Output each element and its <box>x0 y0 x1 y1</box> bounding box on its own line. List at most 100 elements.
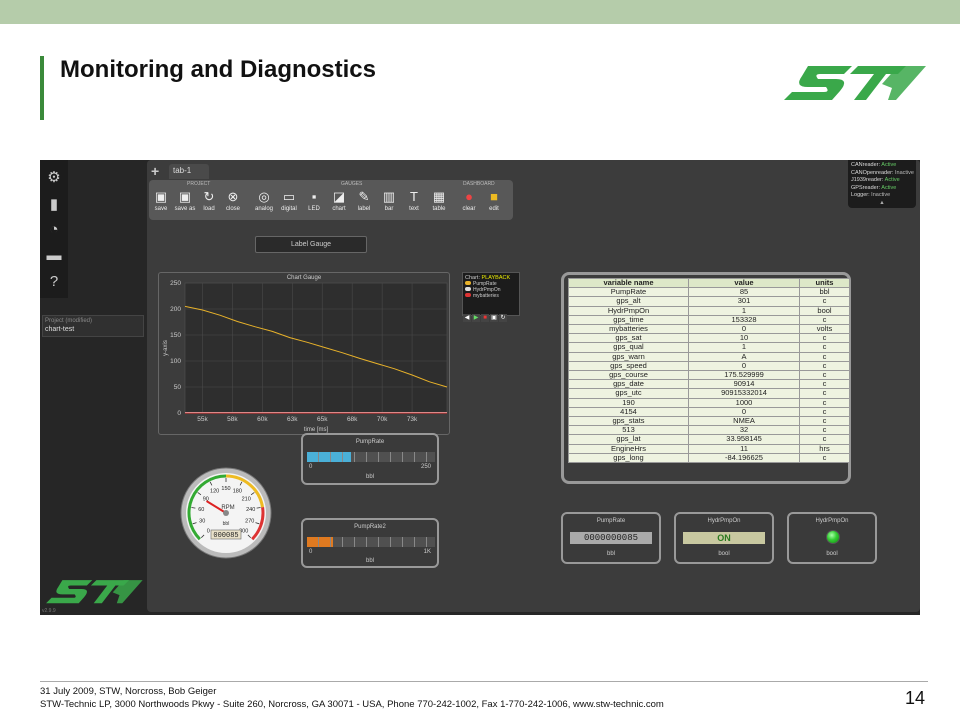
record-button[interactable]: ■ <box>481 314 489 322</box>
gear-icon[interactable]: ⚙ <box>44 168 64 188</box>
rpm-gauge[interactable]: 0306090120 150 180210240270300RPMbbl000085 <box>180 467 272 559</box>
bar-gauge-title: PumpRate2 <box>354 524 386 530</box>
reader-status-panel: CANreader: Active CANOpenreader: Inactive… <box>848 160 916 208</box>
gauge-unit: bbl <box>223 521 230 527</box>
table-row: HydrPmpOn 1 bool <box>567 305 850 316</box>
save-button[interactable]: ▣ save <box>149 188 173 218</box>
table-icon: ▦ <box>432 189 446 204</box>
add-tab-button[interactable]: + <box>151 163 159 179</box>
text-gauge-button[interactable]: Ttext <box>402 188 426 218</box>
table-cell: 1 <box>688 342 800 353</box>
analog-gauge-button[interactable]: ◎ analog <box>252 188 276 218</box>
gauge-tick-label: 60 <box>198 507 204 513</box>
edit-button[interactable]: ■ edit <box>482 188 506 218</box>
app-sidebar: ⚙ ▮ ◔ ▬ ? <box>40 160 68 298</box>
y-axis-label: y-axis <box>163 340 169 356</box>
load-button[interactable]: ↻ load <box>197 188 221 218</box>
bar-gauge-title: PumpRate <box>355 439 385 445</box>
y-tick-label: 150 <box>170 332 181 339</box>
digital-gauge-title: HydrPmpOn <box>707 518 741 524</box>
status-name: J1939reader: <box>851 177 884 183</box>
save-log-button[interactable]: ▣ <box>490 314 498 322</box>
table-row: 4154 0 c <box>567 406 850 418</box>
table-row: gps_course 175.529999 c <box>567 370 850 381</box>
status-state: Inactive <box>869 192 891 198</box>
table-row: gps_long -84.196625 c <box>567 452 850 464</box>
toolbar-section-gauges: GAUGES <box>341 181 363 187</box>
save-as-icon: ▣ <box>178 189 192 204</box>
table-cell: c <box>799 397 850 408</box>
legend-item[interactable]: mybatteries <box>465 293 517 299</box>
tab-1[interactable]: tab-1 <box>169 164 209 179</box>
toolbar-section-dashboard: DASHBOARD <box>463 181 495 187</box>
led-gauge-hydrpmpon[interactable]: HydrPmpOn bool <box>787 512 877 564</box>
table-cell: gps_long <box>567 452 690 464</box>
play-button[interactable]: ▶ <box>472 314 480 322</box>
chart-gauge-button[interactable]: ◪ chart <box>327 188 351 218</box>
table-row: gps_warn Ac <box>567 351 850 362</box>
folder-icon[interactable]: ▬ <box>44 246 64 266</box>
project-box[interactable]: Project (modified) chart-test <box>42 315 144 337</box>
toolbar-section-project: PROJECT <box>187 181 211 187</box>
x-tick-label: 70k <box>377 416 388 423</box>
table-row: PumpRate 85 bbl <box>567 287 850 298</box>
label-gauge[interactable]: Label Gauge <box>255 236 367 253</box>
bar-chart-icon[interactable]: ▮ <box>44 195 64 215</box>
digital-gauge-unit: bbl <box>606 551 615 557</box>
app-screenshot: ⚙ ▮ ◔ ▬ ? Project (modified) chart-test … <box>40 160 920 615</box>
footer-date-author: 31 July 2009, STW, Norcross, Bob Geiger <box>40 686 217 697</box>
status-name: Logger: <box>851 192 870 198</box>
table-cell: gps_utc <box>567 388 690 399</box>
save-as-button[interactable]: ▣ save as <box>173 188 197 218</box>
lock-icon: ■ <box>490 189 498 204</box>
y-tick-label: 0 <box>177 410 181 417</box>
digital-gauge-hydrpmpon[interactable]: HydrPmpOn ON bool <box>674 512 774 564</box>
led-gauge-title: HydrPmpOn <box>815 518 849 524</box>
gauge-tick-label: 30 <box>199 519 205 525</box>
close-button[interactable]: ⊗ close <box>221 188 245 218</box>
refresh-button[interactable]: ↻ <box>499 314 507 322</box>
app-stw-logo <box>46 580 143 604</box>
digital-display: ON <box>683 532 765 544</box>
table-cell: EngineHrs <box>567 443 690 454</box>
gauge-icon[interactable]: ◔ <box>44 220 64 240</box>
dashboard-area: + tab-1 PROJECT GAUGES DASHBOARD ▣ save ▣… <box>147 160 920 612</box>
stw-logo <box>784 66 926 100</box>
table-row: gps_date 90914 c <box>567 379 850 390</box>
y-tick-label: 250 <box>170 280 181 287</box>
x-tick-label: 63k <box>287 416 298 423</box>
table-cell: -84.196625 <box>688 452 800 464</box>
gauge-tick-label: 240 <box>246 507 255 513</box>
table-cell: gps_lat <box>567 434 690 445</box>
bar-gauge-pumprate[interactable]: PumpRate 0 250 bbl <box>301 433 439 485</box>
label-gauge-button[interactable]: ✎ label <box>352 188 376 218</box>
save-icon: ▣ <box>154 189 168 204</box>
table-gauge-button[interactable]: ▦ table <box>427 188 451 218</box>
table-row: gps_lat 33.958145 c <box>567 434 850 445</box>
y-tick-label: 100 <box>170 358 181 365</box>
bar-track <box>307 537 435 547</box>
table-gauge[interactable]: variable name value units PumpRate 85 bbl gps… <box>561 272 851 484</box>
table-cell: c <box>799 342 850 353</box>
table-cell: 11 <box>688 443 800 454</box>
table-row: EngineHrs 11 hrs <box>567 443 850 454</box>
gauge-tick-label: 0 <box>207 529 210 535</box>
table-cell: 33.958145 <box>688 434 800 445</box>
rewind-button[interactable]: ◀ <box>463 314 471 322</box>
help-icon[interactable]: ? <box>44 272 64 292</box>
digital-gauge-pumprate[interactable]: PumpRate 0000000085 bbl <box>561 512 661 564</box>
bar-gauge-button[interactable]: ▥ bar <box>377 188 401 218</box>
playback-controls: ◀ ▶ ■ ▣ ↻ <box>463 306 508 324</box>
digital-gauge-button[interactable]: ▭ digital <box>277 188 301 218</box>
slide-title: Monitoring and Diagnostics <box>60 56 376 83</box>
collapse-icon[interactable]: ▲ <box>851 200 913 208</box>
table-cell: 90915332014 <box>688 388 800 399</box>
clear-button[interactable]: ● clear <box>457 188 481 218</box>
bar-gauge-pumprate2[interactable]: PumpRate2 0 1K bbl <box>301 518 439 568</box>
led-gauge-button[interactable]: ▪ LED <box>302 188 326 218</box>
bar-unit-label: bbl <box>365 474 374 480</box>
bar-max-label: 250 <box>420 464 431 470</box>
gauge-tick-label: 210 <box>242 496 251 502</box>
table-cell: gps_warn <box>567 351 690 362</box>
chart-gauge[interactable]: Chart Gauge 0 50 100 150 200 250 55k 58k 60k 63k 6… <box>158 272 450 435</box>
